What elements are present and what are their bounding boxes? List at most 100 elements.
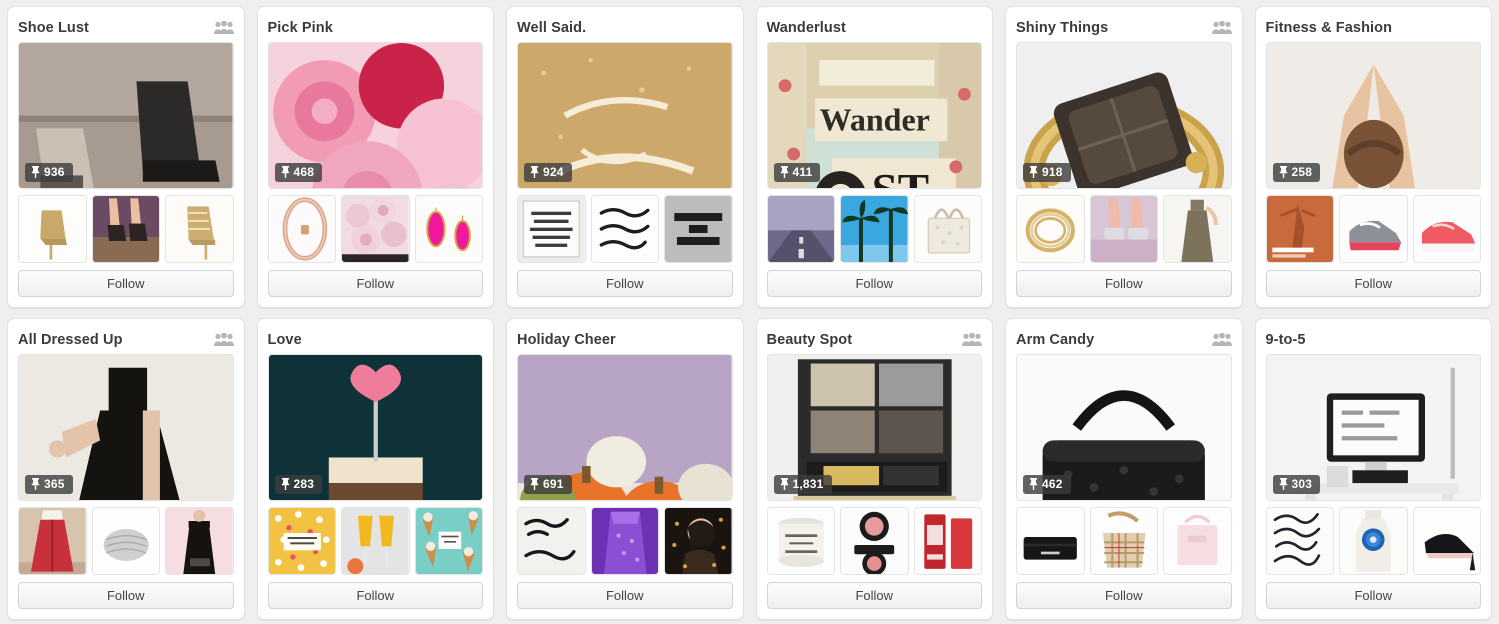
board-title[interactable]: Shiny Things	[1016, 20, 1108, 36]
board-thumbnail[interactable]	[840, 506, 909, 575]
follow-button[interactable]: Follow	[1016, 581, 1232, 609]
board-thumbnail[interactable]	[1016, 194, 1085, 263]
board-thumbnails	[18, 506, 234, 575]
board-thumbnail[interactable]	[913, 194, 982, 263]
board-thumbnails	[766, 194, 982, 263]
pin-count-value: 411	[792, 164, 813, 179]
board-thumbnail[interactable]	[18, 194, 87, 263]
board-thumbnail[interactable]	[341, 194, 410, 263]
board-title[interactable]: Arm Candy	[1016, 332, 1094, 348]
board-card[interactable]: Shoe Lust 936 Follow	[7, 6, 245, 308]
board-title[interactable]: Pick Pink	[268, 20, 333, 36]
follow-button[interactable]: Follow	[1265, 269, 1481, 297]
board-thumbnail[interactable]	[91, 194, 160, 263]
board-thumbnail[interactable]	[913, 506, 982, 575]
collaborators-icon	[1211, 20, 1232, 35]
board-title[interactable]: Wanderlust	[767, 20, 846, 36]
follow-button[interactable]: Follow	[766, 581, 982, 609]
board-thumbnail[interactable]	[1265, 506, 1334, 575]
board-card[interactable]: Shiny Things 918 Follow	[1005, 6, 1243, 308]
board-thumbnail[interactable]	[1163, 194, 1232, 263]
board-thumbnail[interactable]	[414, 194, 483, 263]
follow-button[interactable]: Follow	[517, 581, 733, 609]
board-title[interactable]: Holiday Cheer	[517, 332, 616, 348]
board-card[interactable]: Love 283 Follow	[256, 318, 494, 620]
board-thumbnail[interactable]	[267, 506, 336, 575]
board-thumbnail[interactable]	[840, 194, 909, 263]
board-thumbnail[interactable]	[1412, 194, 1481, 263]
board-title[interactable]: 9-to-5	[1266, 332, 1306, 348]
board-thumbnail[interactable]	[165, 194, 234, 263]
board-thumbnail[interactable]	[1265, 194, 1334, 263]
board-thumbnail[interactable]	[1089, 506, 1158, 575]
pin-count-badge: 462	[1023, 474, 1071, 494]
board-title[interactable]: Shoe Lust	[18, 20, 89, 36]
board-card[interactable]: Well Said. 924 Follow	[506, 6, 744, 308]
board-thumbnail[interactable]	[664, 506, 733, 575]
follow-button[interactable]: Follow	[18, 581, 234, 609]
board-cover[interactable]: 365	[18, 354, 234, 501]
board-cover[interactable]: 462	[1016, 354, 1232, 501]
board-card[interactable]: All Dressed Up 365 Follow	[7, 318, 245, 620]
board-header: Pick Pink	[268, 16, 484, 39]
board-cover[interactable]: 303	[1265, 354, 1481, 501]
board-thumbnail[interactable]	[165, 506, 234, 575]
board-cover[interactable]: 924	[517, 42, 733, 189]
board-cover[interactable]: 691	[517, 354, 733, 501]
pin-count-badge: 918	[1023, 162, 1071, 182]
board-title[interactable]: Beauty Spot	[767, 332, 853, 348]
board-cover[interactable]: 258	[1265, 42, 1481, 189]
board-card[interactable]: Fitness & Fashion 258 Follow	[1254, 6, 1492, 308]
follow-button[interactable]: Follow	[517, 269, 733, 297]
board-thumbnails	[517, 506, 733, 575]
pin-count-badge: 1,831	[773, 474, 832, 494]
board-thumbnail[interactable]	[1339, 506, 1408, 575]
board-card[interactable]: Wanderlust Wander ST 411 Follow	[755, 6, 993, 308]
collaborators-icon	[962, 332, 982, 347]
board-thumbnail[interactable]	[267, 194, 336, 263]
board-card[interactable]: 9-to-5 303 Follow	[1254, 318, 1492, 620]
board-thumbnail[interactable]	[1089, 194, 1158, 263]
follow-button[interactable]: Follow	[267, 269, 483, 297]
board-thumbnail[interactable]	[18, 506, 87, 575]
follow-button[interactable]: Follow	[766, 269, 982, 297]
board-title[interactable]: Well Said.	[517, 20, 586, 36]
pin-count-badge: 691	[524, 474, 572, 494]
follow-button[interactable]: Follow	[1265, 581, 1481, 609]
board-title[interactable]: Love	[268, 332, 302, 348]
follow-button[interactable]: Follow	[1016, 269, 1232, 297]
board-thumbnail[interactable]	[517, 194, 586, 263]
follow-button[interactable]: Follow	[18, 269, 234, 297]
board-cover[interactable]: Wander ST 411	[766, 42, 982, 189]
board-cover[interactable]: 1,831	[766, 354, 982, 501]
board-thumbnail[interactable]	[1412, 506, 1481, 575]
board-thumbnail[interactable]	[1163, 506, 1232, 575]
board-thumbnail[interactable]	[664, 194, 733, 263]
board-thumbnail[interactable]	[517, 506, 586, 575]
board-card[interactable]: Pick Pink 468 Follow	[256, 6, 494, 308]
board-card[interactable]: Holiday Cheer 691 Follow	[506, 318, 744, 620]
board-cover[interactable]: 468	[267, 42, 483, 189]
board-thumbnail[interactable]	[341, 506, 410, 575]
board-title[interactable]: All Dressed Up	[18, 332, 123, 348]
board-cover[interactable]: 283	[267, 354, 483, 501]
board-cover[interactable]: 918	[1016, 42, 1232, 189]
pin-count-badge: 283	[274, 474, 323, 494]
board-thumbnail[interactable]	[91, 506, 160, 575]
board-cover[interactable]: 936	[18, 42, 234, 189]
board-card[interactable]: Beauty Spot 1,831 Follow	[755, 318, 993, 620]
board-header: Shiny Things	[1016, 16, 1232, 39]
board-thumbnail[interactable]	[766, 194, 835, 263]
board-thumbnail[interactable]	[1339, 194, 1408, 263]
board-card[interactable]: Arm Candy 462 Follow	[1005, 318, 1243, 620]
board-thumbnail[interactable]	[590, 506, 659, 575]
board-thumbnail[interactable]	[414, 506, 483, 575]
board-thumbnails	[267, 506, 483, 575]
board-title[interactable]: Fitness & Fashion	[1266, 20, 1393, 36]
board-thumbnail[interactable]	[1016, 506, 1085, 575]
pin-count-badge: 303	[1272, 474, 1321, 494]
board-thumbnail[interactable]	[590, 194, 659, 263]
board-thumbnail[interactable]	[766, 506, 835, 575]
follow-button[interactable]: Follow	[267, 581, 483, 609]
pin-count-value: 283	[293, 476, 315, 491]
